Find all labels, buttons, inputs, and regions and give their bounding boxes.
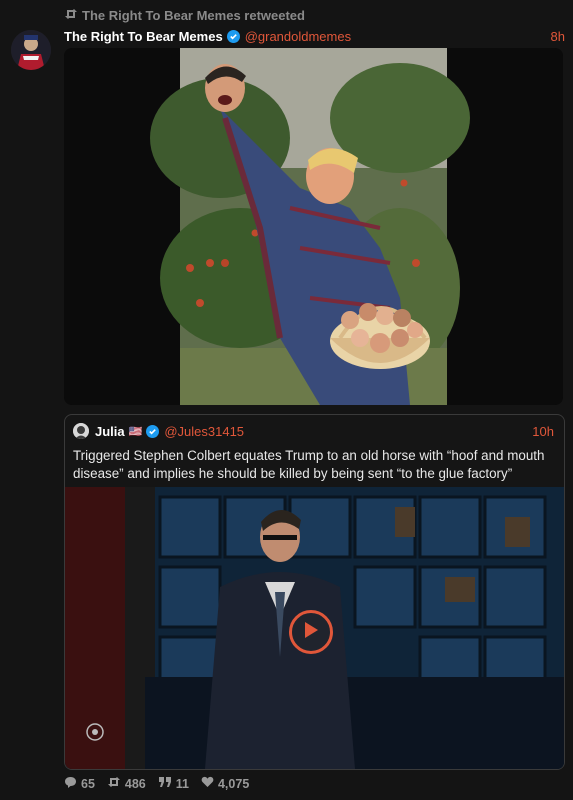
retweet-count: 486 bbox=[124, 776, 146, 791]
engagement-stats: 65 486 11 4,075 bbox=[64, 776, 249, 791]
quoted-author-name[interactable]: Julia bbox=[95, 424, 125, 439]
retweet-context-label: The Right To Bear Memes retweeted bbox=[82, 8, 305, 23]
quoted-tweet-text: Triggered Stephen Colbert equates Trump … bbox=[73, 448, 545, 481]
video-player[interactable] bbox=[65, 487, 564, 769]
quoted-tweet[interactable]: Julia 🇺🇸 @Jules31415 10h Triggered Steph… bbox=[64, 414, 565, 770]
like-button[interactable]: 4,075 bbox=[201, 776, 249, 791]
author-handle[interactable]: @grandoldmemes bbox=[245, 29, 351, 44]
verified-icon bbox=[226, 29, 240, 43]
tweet-timestamp[interactable]: 8h bbox=[551, 29, 565, 44]
avatar[interactable] bbox=[11, 30, 51, 70]
tweet-image[interactable] bbox=[64, 48, 563, 405]
quote-icon bbox=[158, 776, 172, 791]
retweet-context[interactable]: The Right To Bear Memes retweeted bbox=[64, 8, 305, 23]
quoted-timestamp[interactable]: 10h bbox=[532, 424, 554, 439]
quoted-avatar[interactable] bbox=[73, 423, 89, 439]
like-count: 4,075 bbox=[217, 776, 250, 791]
retweet-button[interactable]: 486 bbox=[107, 776, 146, 791]
reply-count: 65 bbox=[81, 776, 95, 791]
quoted-tweet-header: Julia 🇺🇸 @Jules31415 10h bbox=[73, 422, 554, 440]
flag-icon: 🇺🇸 bbox=[128, 425, 143, 438]
heart-icon bbox=[201, 776, 214, 791]
reply-button[interactable]: 65 bbox=[64, 776, 95, 791]
play-icon bbox=[303, 621, 319, 644]
quote-count: 11 bbox=[175, 776, 189, 791]
retweet-icon bbox=[107, 776, 121, 791]
author-name[interactable]: The Right To Bear Memes bbox=[64, 29, 223, 44]
reply-icon bbox=[64, 776, 77, 791]
play-button[interactable] bbox=[289, 610, 333, 654]
quoted-author-handle[interactable]: @Jules31415 bbox=[164, 424, 244, 439]
quote-button[interactable]: 11 bbox=[158, 776, 189, 791]
verified-icon bbox=[146, 424, 160, 438]
retweet-icon bbox=[64, 8, 78, 23]
tweet-header: The Right To Bear Memes @grandoldmemes 8… bbox=[64, 27, 565, 45]
